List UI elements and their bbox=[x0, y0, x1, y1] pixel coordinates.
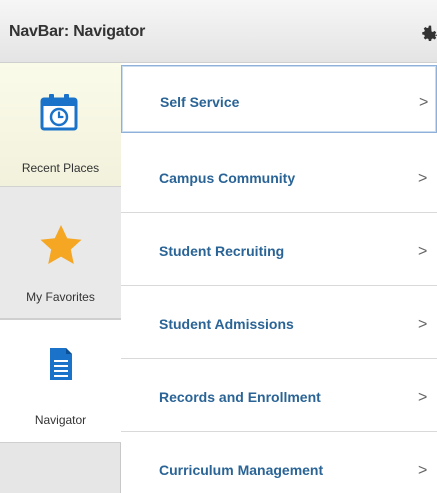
chevron-right-icon: > bbox=[418, 316, 428, 333]
navbar-tabs: Recent Places My Favorites Navigator bbox=[0, 63, 122, 493]
calendar-clock-icon bbox=[40, 94, 78, 131]
menu-item-label: Student Admissions bbox=[159, 316, 294, 332]
menu-item-curriculum-management[interactable]: Curriculum Management > bbox=[121, 432, 437, 493]
tab-my-favorites-label: My Favorites bbox=[26, 290, 95, 304]
menu-item-student-admissions[interactable]: Student Admissions > bbox=[121, 286, 437, 359]
tab-my-favorites[interactable]: My Favorites bbox=[0, 187, 121, 319]
tab-recent-places[interactable]: Recent Places bbox=[0, 63, 121, 187]
menu-item-label: Self Service bbox=[160, 94, 240, 110]
navbar-panel: NavBar: Navigator Recent Places My Favor… bbox=[0, 0, 437, 493]
navbar-title: NavBar: Navigator bbox=[9, 23, 146, 40]
tab-navigator-label: Navigator bbox=[34, 413, 87, 427]
menu-item-student-recruiting[interactable]: Student Recruiting > bbox=[121, 213, 437, 286]
menu-item-self-service[interactable]: Self Service > bbox=[121, 65, 437, 133]
tab-navigator[interactable]: Navigator bbox=[0, 319, 122, 443]
chevron-right-icon: > bbox=[418, 243, 428, 260]
gear-icon[interactable] bbox=[418, 24, 437, 46]
menu-item-records-and-enrollment[interactable]: Records and Enrollment > bbox=[121, 359, 437, 432]
tab-recent-places-label: Recent Places bbox=[21, 161, 100, 175]
navbar-header: NavBar: Navigator bbox=[0, 0, 437, 63]
document-icon bbox=[50, 348, 72, 380]
menu-item-label: Curriculum Management bbox=[159, 462, 324, 478]
chevron-right-icon: > bbox=[418, 389, 428, 406]
chevron-right-icon: > bbox=[419, 94, 429, 111]
chevron-right-icon: > bbox=[418, 170, 428, 187]
navigator-menu: Self Service > Campus Community > Studen… bbox=[121, 63, 437, 493]
menu-item-label: Records and Enrollment bbox=[159, 389, 321, 405]
star-icon bbox=[40, 225, 82, 264]
menu-item-label: Campus Community bbox=[159, 170, 296, 186]
menu-item-campus-community[interactable]: Campus Community > bbox=[121, 140, 437, 213]
chevron-right-icon: > bbox=[418, 462, 428, 479]
menu-item-label: Student Recruiting bbox=[159, 243, 285, 259]
